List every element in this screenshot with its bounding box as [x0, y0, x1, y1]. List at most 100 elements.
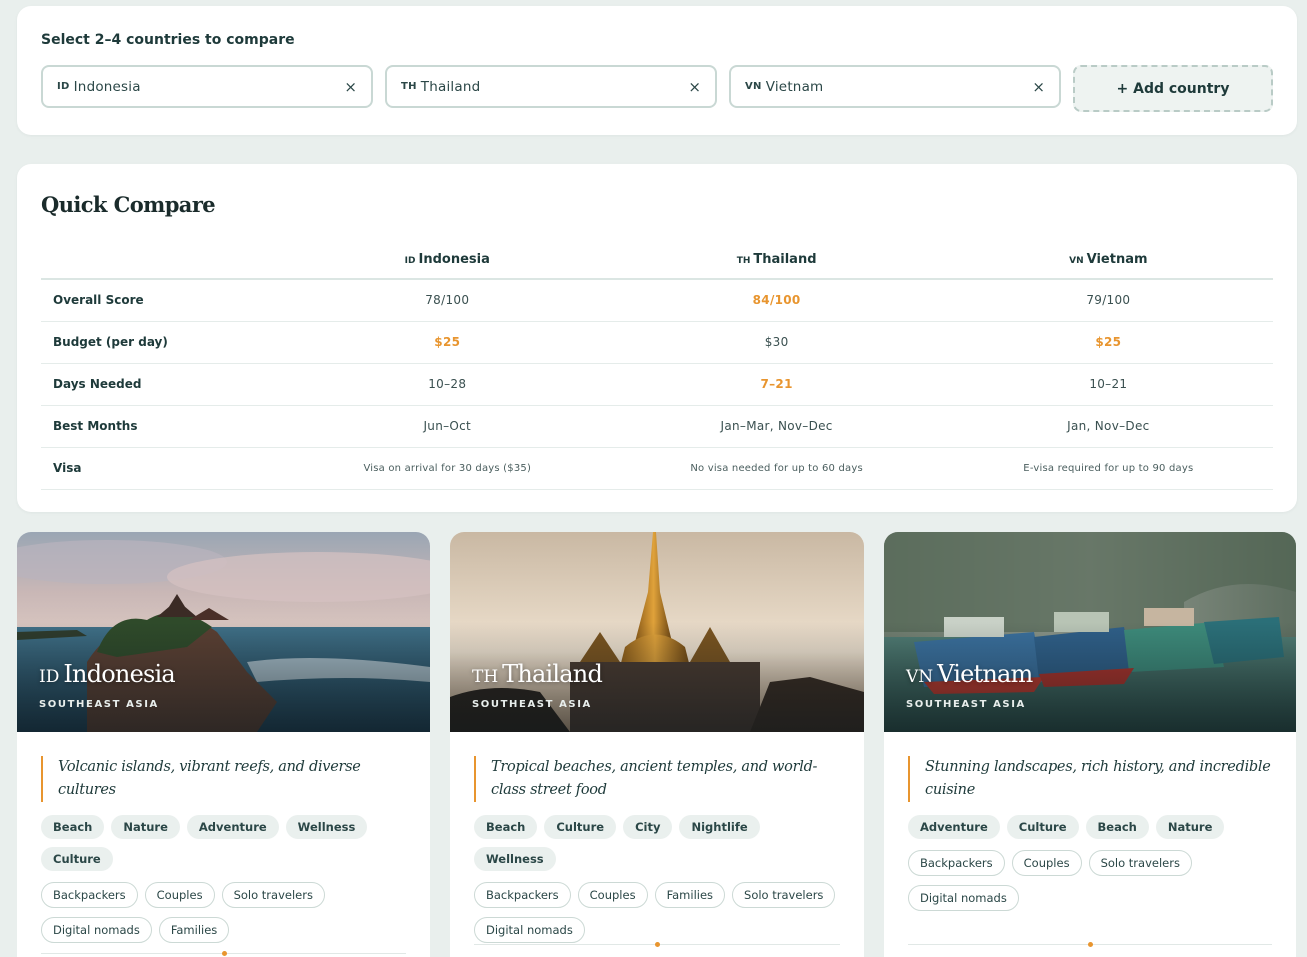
audience-tag: Backpackers	[474, 882, 571, 908]
country-name: Thailand	[753, 252, 817, 267]
quick-compare-panel: Quick Compare ID Indonesia TH Thailand VN V…	[17, 164, 1297, 512]
audience-tag: Solo travelers	[221, 882, 325, 908]
divider-dot	[655, 942, 660, 947]
audience-tag: Families	[158, 917, 230, 943]
card-body: Tropical beaches, ancient temples, and w…	[474, 756, 840, 943]
interest-tags: Adventure Culture Beach Nature	[908, 815, 1272, 839]
card-country-name: VN Vietnam	[906, 660, 1033, 688]
country-code: ID	[57, 81, 70, 92]
country-code: VN	[906, 667, 934, 687]
card-divider	[41, 951, 406, 956]
card-body: Stunning landscapes, rich history, and i…	[908, 756, 1272, 911]
row-label: Best Months	[41, 405, 285, 448]
remove-country-icon[interactable]: ×	[1032, 78, 1045, 96]
country-name: Vietnam	[1086, 252, 1148, 267]
selector-title: Select 2–4 countries to compare	[41, 32, 295, 48]
country-selector-panel: Select 2–4 countries to compare ID Indon…	[17, 6, 1297, 135]
country-photo: ID Indonesia SOUTHEAST ASIA	[17, 532, 430, 732]
country-code: VN	[1069, 256, 1084, 266]
interest-tags: Beach Culture City Nightlife Wellness	[474, 815, 840, 871]
country-card-vietnam[interactable]: VN Vietnam SOUTHEAST ASIA Stunning landsc…	[884, 532, 1296, 957]
country-code: TH	[472, 667, 499, 687]
table-cell: Jan–Mar, Nov–Dec	[609, 405, 944, 448]
interest-tag: Wellness	[474, 847, 556, 871]
table-row: Visa Visa on arrival for 30 days ($35) N…	[41, 447, 1273, 490]
interest-tag: Beach	[1085, 815, 1149, 839]
interest-tags: Beach Nature Adventure Wellness Culture	[41, 815, 406, 871]
table-row: Best Months Jun–Oct Jan–Mar, Nov–Dec Jan…	[41, 405, 1273, 448]
table-cell-best: $25	[943, 321, 1273, 364]
card-tagline: Stunning landscapes, rich history, and i…	[908, 756, 1272, 802]
interest-tag: Beach	[474, 815, 538, 839]
country-code: VN	[745, 81, 762, 92]
table-cell: E-visa required for up to 90 days	[943, 447, 1273, 490]
divider-dot	[221, 951, 227, 956]
compare-table: ID Indonesia TH Thailand VN Vietnam Overall…	[41, 241, 1273, 490]
country-photo: TH Thailand SOUTHEAST ASIA	[450, 532, 864, 732]
card-country-name: ID Indonesia	[39, 660, 176, 688]
card-tagline: Volcanic islands, vibrant reefs, and div…	[41, 756, 406, 802]
country-name: Thailand	[502, 660, 603, 688]
table-cell: Jan, Nov–Dec	[943, 405, 1273, 448]
interest-tag: Nature	[111, 815, 180, 839]
country-card-thailand[interactable]: TH Thailand SOUTHEAST ASIA Tropical beach…	[450, 532, 864, 957]
table-cell-best: 84/100	[609, 279, 944, 322]
interest-tag: Nature	[1155, 815, 1225, 839]
table-row: Overall Score 78/100 84/100 79/100	[41, 279, 1273, 322]
card-country-name: TH Thailand	[472, 660, 603, 688]
table-cell: 10–21	[943, 363, 1273, 406]
audience-tag: Families	[654, 882, 726, 908]
audience-tag: Backpackers	[908, 850, 1005, 876]
audience-tag: Couples	[577, 882, 648, 908]
country-code: ID	[39, 667, 60, 687]
table-row: Days Needed 10–28 7–21 10–21	[41, 363, 1273, 406]
quick-compare-title: Quick Compare	[41, 192, 216, 217]
remove-country-icon[interactable]: ×	[344, 78, 357, 96]
country-name: Indonesia	[418, 252, 490, 267]
country-code: TH	[736, 256, 751, 266]
country-card-indonesia[interactable]: ID Indonesia SOUTHEAST ASIA Volcanic isla…	[17, 532, 430, 957]
interest-tag: City	[623, 815, 673, 839]
divider-dot	[1088, 942, 1093, 947]
interest-tag: Culture	[1006, 815, 1079, 839]
row-label: Days Needed	[41, 363, 285, 406]
audience-tag: Digital nomads	[474, 917, 585, 943]
table-cell-best: 7–21	[609, 363, 944, 406]
add-country-button[interactable]: + Add country	[1073, 65, 1273, 112]
interest-tag: Culture	[544, 815, 617, 839]
audience-tag: Solo travelers	[732, 882, 836, 908]
card-divider	[908, 942, 1272, 947]
audience-tag: Couples	[144, 882, 215, 908]
table-row: Budget (per day) $25 $30 $25	[41, 321, 1273, 364]
country-code: ID	[404, 256, 416, 266]
country-input-vietnam[interactable]: VN Vietnam ×	[729, 65, 1061, 108]
compare-header-row: ID Indonesia TH Thailand VN Vietnam	[41, 241, 1273, 280]
table-cell: $30	[609, 321, 944, 364]
audience-tag: Digital nomads	[41, 917, 152, 943]
country-input-thailand[interactable]: TH Thailand ×	[385, 65, 717, 108]
table-cell: 78/100	[285, 279, 610, 322]
table-cell-best: $25	[285, 321, 610, 364]
country-name: Vietnam	[937, 660, 1033, 688]
header-empty	[41, 241, 285, 280]
country-name: Thailand	[420, 78, 481, 95]
interest-tag: Nightlife	[679, 815, 760, 839]
audience-tag: Digital nomads	[908, 885, 1019, 911]
row-label: Visa	[41, 447, 285, 490]
header-indonesia: ID Indonesia	[285, 241, 610, 280]
card-body: Volcanic islands, vibrant reefs, and div…	[41, 756, 406, 943]
card-divider	[474, 942, 840, 947]
country-input-indonesia[interactable]: ID Indonesia ×	[41, 65, 373, 108]
audience-tags: Backpackers Couples Solo travelers Digit…	[908, 850, 1272, 911]
table-cell: Visa on arrival for 30 days ($35)	[285, 447, 610, 490]
row-label: Budget (per day)	[41, 321, 285, 364]
audience-tag: Couples	[1011, 850, 1082, 876]
interest-tag: Beach	[41, 815, 105, 839]
audience-tag: Backpackers	[41, 882, 138, 908]
table-cell: Jun–Oct	[285, 405, 610, 448]
table-cell: No visa needed for up to 60 days	[609, 447, 944, 490]
remove-country-icon[interactable]: ×	[688, 78, 701, 96]
audience-tag: Solo travelers	[1088, 850, 1192, 876]
audience-tags: Backpackers Couples Solo travelers Digit…	[41, 882, 406, 943]
card-tagline: Tropical beaches, ancient temples, and w…	[474, 756, 840, 802]
